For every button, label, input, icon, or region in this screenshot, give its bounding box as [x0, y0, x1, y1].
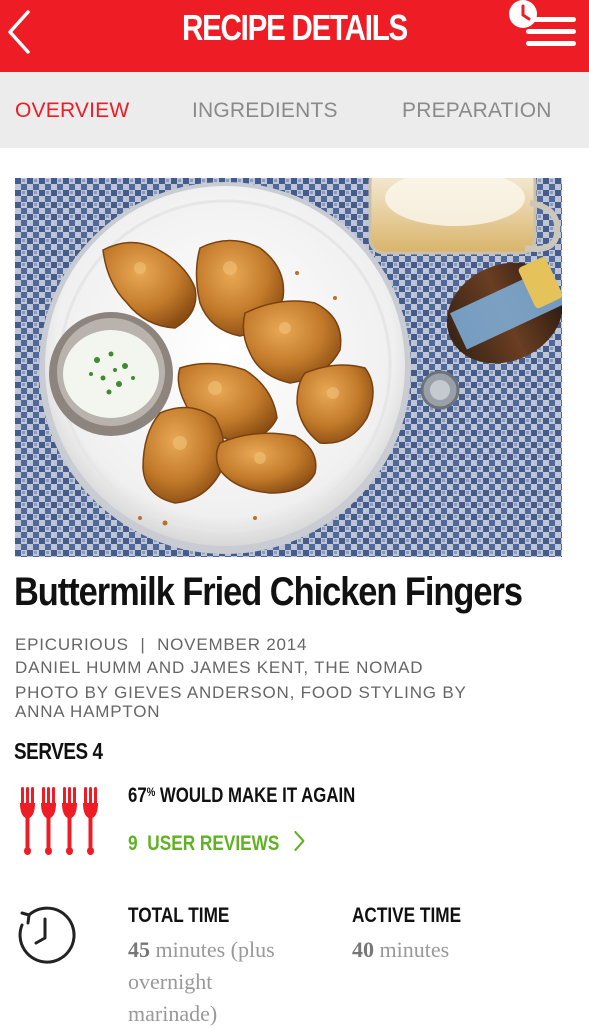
user-reviews-link[interactable]: 9 USER REVIEWS	[128, 830, 307, 856]
make-again-percent: 67	[128, 784, 147, 807]
photo-credit-continued: ANNA HAMPTON	[15, 702, 161, 721]
recipe-source: EPICURIOUS	[15, 635, 129, 654]
fork-rating	[20, 787, 98, 855]
make-again-label: WOULD MAKE IT AGAIN	[159, 784, 356, 807]
reviews-label: USER REVIEWS	[147, 832, 280, 855]
total-time-text-2: overnight	[128, 969, 213, 994]
recipe-authors: DANIEL HUMM AND JAMES KENT, THE NOMAD	[15, 658, 424, 677]
timer-menu-icon	[509, 0, 576, 46]
total-time-text-1: minutes (plus	[155, 937, 275, 962]
tab-ingredients[interactable]: INGREDIENTS	[192, 99, 338, 123]
total-time-text-3: marinade)	[128, 1001, 218, 1026]
page-title: RECIPE DETAILS	[182, 7, 408, 48]
recipe-photo	[15, 178, 562, 557]
chevron-right-icon	[294, 830, 305, 852]
fork-icon	[20, 787, 35, 855]
app-header: RECIPE DETAILS	[0, 0, 589, 72]
back-button[interactable]	[4, 8, 38, 56]
fork-icon	[83, 787, 98, 855]
chevron-left-icon	[8, 10, 30, 54]
total-time-label: TOTAL TIME	[128, 904, 230, 927]
servings: SERVES 4	[14, 738, 103, 764]
active-time-unit: minutes	[379, 937, 450, 962]
recipe-title: Buttermilk Fried Chicken Fingers	[14, 570, 523, 614]
meta-separator: |	[140, 635, 146, 654]
total-time-number: 45	[128, 937, 150, 962]
active-time-number: 40	[352, 937, 374, 962]
make-again-stat: 67% WOULD MAKE IT AGAIN	[128, 784, 355, 808]
tab-preparation[interactable]: PREPARATION	[402, 99, 552, 123]
tab-bar: OVERVIEW INGREDIENTS PREPARATION	[0, 72, 589, 148]
total-time-value: 45 minutes (plus overnight marinade)	[128, 934, 328, 1029]
recipe-source-line: EPICURIOUS | NOVEMBER 2014	[15, 635, 307, 655]
fork-icon	[41, 787, 56, 855]
percent-sign: %	[146, 785, 156, 799]
recipe-date: NOVEMBER 2014	[157, 635, 308, 654]
reviews-count: 9	[128, 832, 138, 855]
photo-credit: PHOTO BY GIEVES ANDERSON, FOOD STYLING B…	[15, 683, 467, 702]
active-time-value: 40 minutes	[352, 934, 552, 966]
timer-menu-button[interactable]	[506, 0, 582, 52]
tab-overview[interactable]: OVERVIEW	[15, 99, 129, 123]
active-time-label: ACTIVE TIME	[352, 904, 462, 927]
clock-icon	[18, 906, 76, 964]
fork-icon	[62, 787, 77, 855]
